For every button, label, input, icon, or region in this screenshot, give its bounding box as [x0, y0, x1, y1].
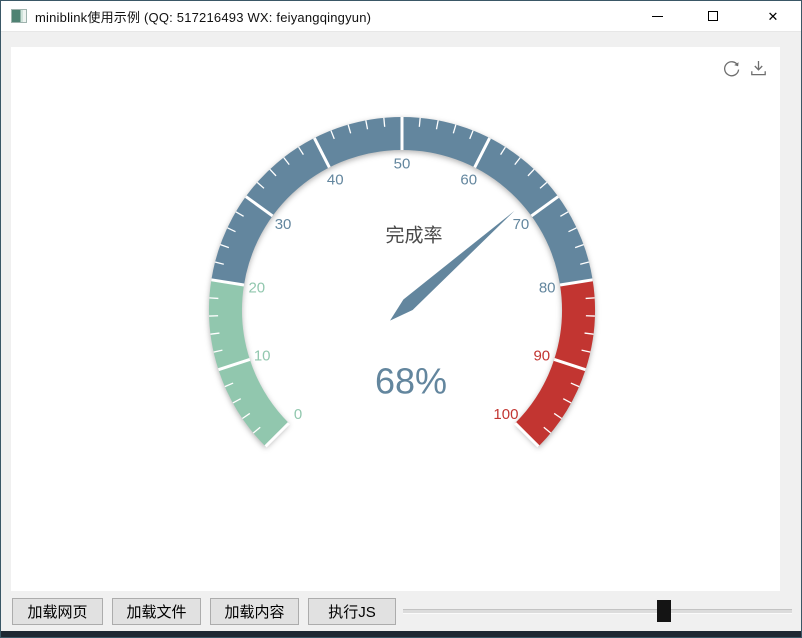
gauge-title: 完成率 [385, 225, 442, 247]
maximize-button[interactable] [692, 1, 734, 31]
slider-handle[interactable] [657, 600, 671, 622]
gauge-tick-label: 80 [539, 279, 556, 296]
echarts-toolbox [722, 59, 768, 78]
restore-icon[interactable] [722, 59, 741, 78]
app-window: miniblink使用示例 (QQ: 517216493 WX: feiyang… [0, 0, 802, 638]
gauge-tick-label: 20 [248, 279, 265, 296]
maximize-icon [708, 11, 718, 21]
gauge-tick-label: 40 [327, 171, 344, 188]
close-icon: ✕ [768, 10, 779, 23]
minimize-button[interactable] [636, 1, 678, 31]
gauge-tick-label: 90 [533, 348, 550, 365]
window-bottom-edge [1, 631, 801, 637]
load-file-button[interactable]: 加载文件 [112, 598, 201, 625]
gauge-chart: 0 10 20 30 40 50 60 70 80 90 100 完成率 68% [11, 47, 780, 590]
chart-panel: 0 10 20 30 40 50 60 70 80 90 100 完成率 68% [11, 47, 780, 591]
gauge-tick-label: 100 [493, 406, 518, 423]
gauge-tick-label: 30 [275, 216, 292, 233]
value-slider[interactable] [403, 597, 793, 625]
slider-track[interactable] [403, 609, 792, 614]
gauge-tick-label: 0 [294, 406, 302, 423]
gauge-tick-label: 10 [254, 348, 271, 365]
title-bar[interactable]: miniblink使用示例 (QQ: 517216493 WX: feiyang… [1, 1, 801, 32]
app-icon [11, 9, 27, 23]
close-button[interactable]: ✕ [752, 1, 794, 31]
gauge-tick-label: 60 [460, 171, 477, 188]
gauge-needle [385, 206, 519, 326]
load-content-button[interactable]: 加载内容 [210, 598, 299, 625]
execute-js-button[interactable]: 执行JS [308, 598, 396, 625]
save-as-image-icon[interactable] [749, 59, 768, 78]
minimize-icon [652, 16, 663, 17]
gauge-tick-label: 50 [394, 155, 411, 172]
button-row: 加载网页 加载文件 加载内容 执行JS [12, 598, 396, 625]
window-title: miniblink使用示例 (QQ: 517216493 WX: feiyang… [35, 7, 371, 26]
load-webpage-button[interactable]: 加载网页 [12, 598, 103, 625]
gauge-detail-value: 68% [375, 361, 447, 402]
gauge-tick-label: 70 [513, 216, 530, 233]
